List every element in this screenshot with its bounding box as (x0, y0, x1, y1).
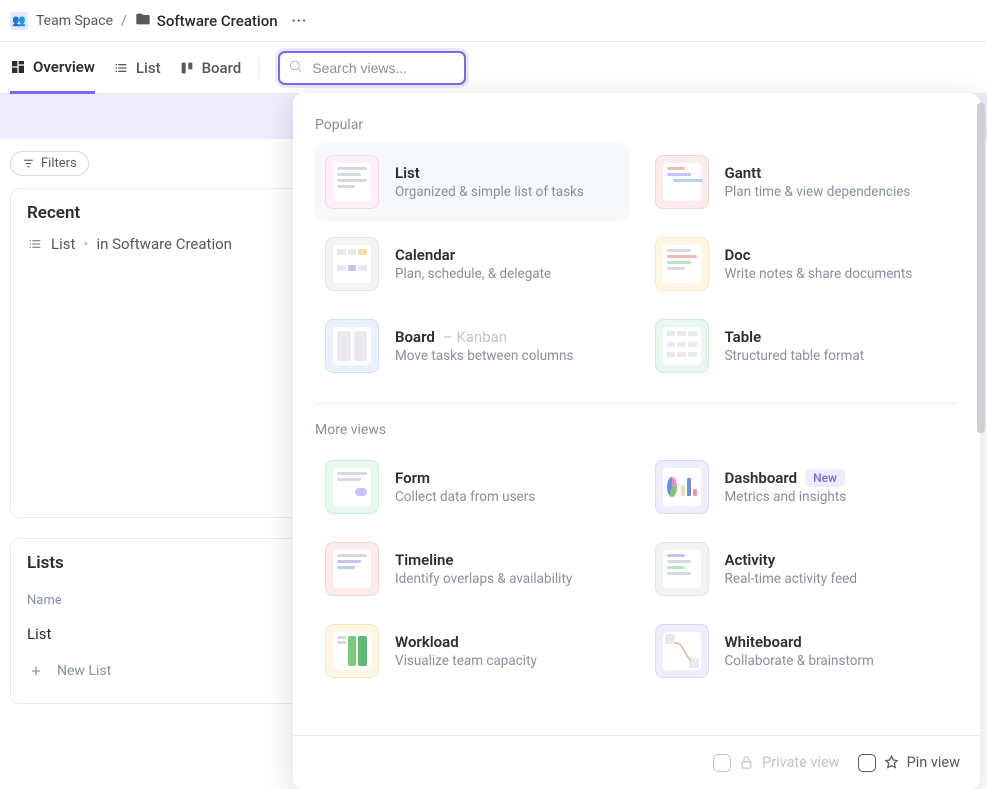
pin-view-toggle[interactable]: Pin view (858, 754, 960, 772)
scrollbar-thumb[interactable] (977, 103, 985, 433)
view-sub: Write notes & share documents (725, 266, 913, 282)
view-option-form[interactable]: Form Collect data from users (315, 448, 629, 526)
list-thumb-icon (325, 155, 379, 209)
private-view-toggle[interactable]: Private view (713, 754, 840, 772)
view-option-activity[interactable]: Activity Real-time activity feed (645, 530, 959, 608)
dashboard-thumb-icon (655, 460, 709, 514)
view-option-whiteboard[interactable]: Whiteboard Collaborate & brainstorm (645, 612, 959, 690)
tab-board-label: Board (202, 59, 242, 77)
grid-icon (10, 59, 26, 75)
view-sub: Metrics and insights (725, 489, 847, 505)
tab-list[interactable]: List (113, 42, 161, 94)
view-option-workload[interactable]: Workload Visualize team capacity (315, 612, 629, 690)
whiteboard-thumb-icon (655, 624, 709, 678)
view-title: Whiteboard (725, 633, 874, 651)
view-option-dashboard[interactable]: Dashboard New Metrics and insights (645, 448, 959, 526)
workload-thumb-icon (325, 624, 379, 678)
breadcrumb-separator: / (121, 13, 127, 29)
doc-thumb-icon (655, 237, 709, 291)
view-option-doc[interactable]: Doc Write notes & share documents (645, 225, 959, 303)
view-option-board[interactable]: Board – Kanban Move tasks between column… (315, 307, 629, 385)
tab-list-label: List (136, 59, 161, 77)
list-icon (27, 236, 43, 252)
folder-icon (135, 11, 151, 31)
view-title: Board – Kanban (395, 328, 573, 346)
view-sub: Real-time activity feed (725, 571, 857, 587)
view-sub: Collaborate & brainstorm (725, 653, 874, 669)
filters-button-label: Filters (41, 156, 77, 171)
private-view-label: Private view (762, 754, 840, 771)
view-sub: Plan time & view dependencies (725, 184, 911, 200)
view-sub: Move tasks between columns (395, 348, 573, 364)
plus-icon (29, 664, 43, 678)
list-icon (113, 60, 129, 76)
views-popover: Popular List Organized & simple list of … (293, 93, 980, 789)
board-thumb-icon (325, 319, 379, 373)
view-option-calendar[interactable]: Calendar Plan, schedule, & delegate (315, 225, 629, 303)
view-title: Table (725, 328, 865, 346)
search-icon (288, 58, 303, 77)
table-thumb-icon (655, 319, 709, 373)
view-title: Calendar (395, 246, 551, 264)
team-space-icon: 👥 (10, 12, 28, 30)
view-title: Activity (725, 551, 857, 569)
view-title: Dashboard New (725, 469, 847, 487)
form-thumb-icon (325, 460, 379, 514)
popover-footer: Private view Pin view (293, 735, 980, 789)
breadcrumb-more-button[interactable]: ··· (292, 13, 308, 29)
calendar-thumb-icon (325, 237, 379, 291)
kanban-suffix: – Kanban (443, 328, 507, 346)
view-tabs: Overview List Board (0, 42, 987, 94)
breadcrumb-folder[interactable]: Software Creation (157, 12, 278, 30)
view-sub: Structured table format (725, 348, 865, 364)
filter-icon (22, 157, 35, 170)
view-sub: Identify overlaps & availability (395, 571, 572, 587)
tab-separator (259, 57, 260, 79)
section-divider (315, 403, 958, 404)
pin-icon (884, 755, 899, 770)
view-sub: Plan, schedule, & delegate (395, 266, 551, 282)
dot-separator: • (83, 235, 88, 253)
checkbox-icon (858, 754, 876, 772)
breadcrumb: 👥 Team Space / Software Creation ··· (0, 0, 987, 42)
lock-icon (739, 755, 754, 770)
gantt-thumb-icon (655, 155, 709, 209)
view-option-timeline[interactable]: Timeline Identify overlaps & availabilit… (315, 530, 629, 608)
tab-board[interactable]: Board (179, 42, 242, 94)
breadcrumb-team[interactable]: Team Space (36, 13, 113, 29)
filters-button[interactable]: Filters (10, 151, 89, 176)
views-popover-scroll[interactable]: Popular List Organized & simple list of … (293, 93, 980, 735)
recent-item-name: List (51, 235, 75, 253)
view-option-gantt[interactable]: Gantt Plan time & view dependencies (645, 143, 959, 221)
view-sub: Collect data from users (395, 489, 535, 505)
view-option-list[interactable]: List Organized & simple list of tasks (315, 143, 629, 221)
recent-item-location: in Software Creation (96, 235, 232, 253)
view-option-table[interactable]: Table Structured table format (645, 307, 959, 385)
new-list-label: New List (57, 663, 111, 679)
section-popular: Popular (315, 117, 958, 133)
view-title: Timeline (395, 551, 572, 569)
search-views-input[interactable] (278, 51, 466, 85)
section-more: More views (315, 422, 958, 438)
checkbox-icon (713, 754, 731, 772)
view-title: Doc (725, 246, 913, 264)
timeline-thumb-icon (325, 542, 379, 596)
activity-thumb-icon (655, 542, 709, 596)
search-views-wrap (278, 51, 466, 85)
view-sub: Visualize team capacity (395, 653, 537, 669)
pin-view-label: Pin view (907, 754, 960, 771)
view-title: Gantt (725, 164, 911, 182)
view-title: List (395, 164, 584, 182)
new-badge: New (805, 469, 845, 487)
board-icon (179, 60, 195, 76)
tab-overview[interactable]: Overview (10, 42, 95, 94)
view-title: Workload (395, 633, 537, 651)
view-title: Form (395, 469, 535, 487)
view-sub: Organized & simple list of tasks (395, 184, 584, 200)
tab-overview-label: Overview (33, 58, 95, 76)
